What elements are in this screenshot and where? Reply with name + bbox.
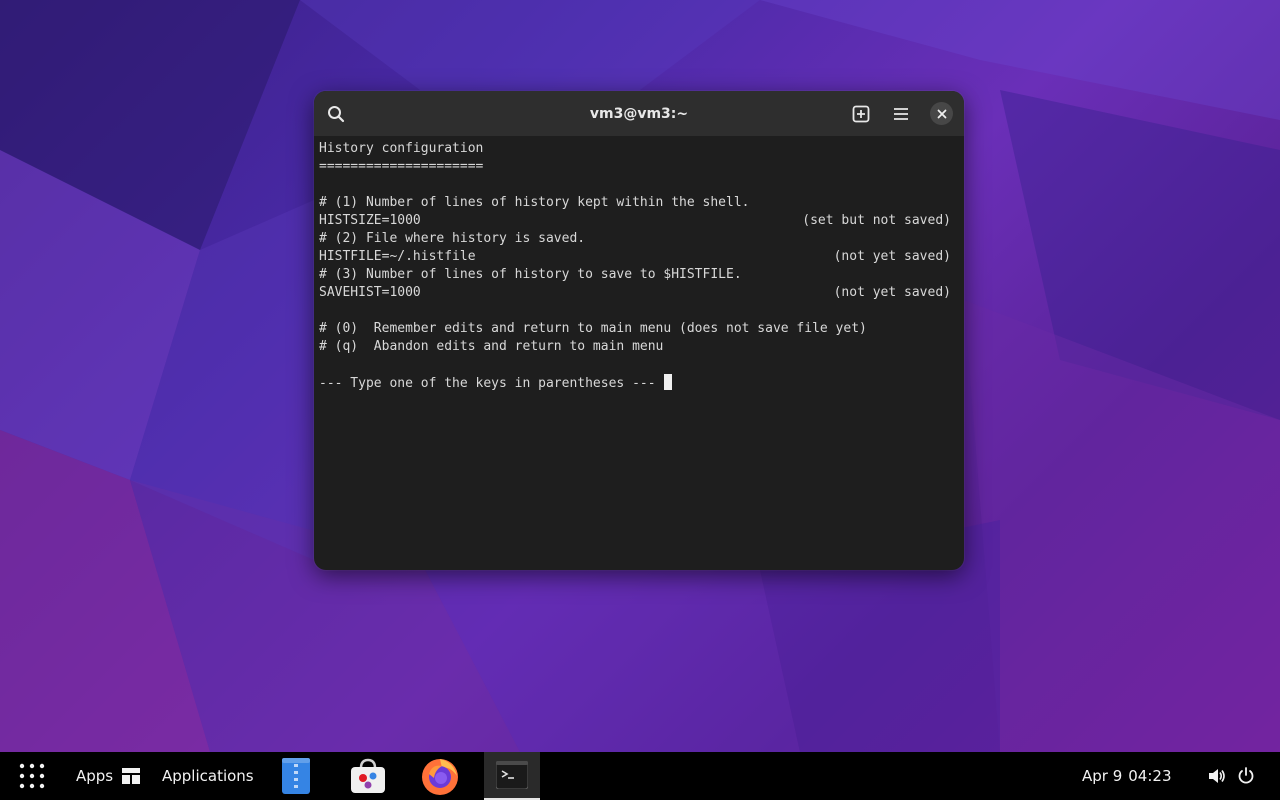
terminal-line: # (0) Remember edits and return to main … [319, 321, 867, 336]
clock[interactable]: Apr 9 04:23 [1082, 752, 1172, 800]
search-icon [328, 106, 345, 123]
terminal-line: # (3) Number of lines of history to save… [319, 267, 742, 282]
applications-menu-button[interactable]: Applications [162, 752, 254, 800]
terminal-prompt: --- Type one of the keys in parentheses … [319, 376, 656, 391]
apps-label: Apps [76, 767, 114, 785]
terminal-icon [496, 761, 528, 789]
terminal-prompt-line: --- Type one of the keys in parentheses … [319, 374, 951, 392]
clock-time: 04:23 [1128, 767, 1172, 785]
terminal-line: SAVEHIST=1000 (not yet saved) [319, 285, 951, 300]
terminal-line: # (2) File where history is saved. [319, 231, 586, 246]
dock-software[interactable] [348, 756, 388, 796]
dock-firefox[interactable] [420, 756, 460, 796]
taskbar: Apps Applications Apr 9 04:23 [0, 752, 1280, 800]
new-tab-button[interactable] [846, 99, 876, 129]
dock-terminal[interactable] [484, 752, 540, 800]
applications-label: Applications [162, 767, 254, 785]
terminal-line: HISTFILE=~/.histfile (not yet saved) [319, 249, 951, 264]
dock-files[interactable] [276, 756, 316, 796]
window-headerbar[interactable]: vm3@vm3:~ [314, 91, 964, 136]
firefox-icon [422, 759, 458, 795]
app-grid-icon [19, 763, 45, 789]
app-grid-button[interactable] [14, 752, 50, 800]
apps-menu-button[interactable]: Apps [76, 752, 141, 800]
new-tab-icon [852, 105, 870, 123]
window-title: vm3@vm3:~ [589, 105, 689, 122]
text-cursor [663, 374, 672, 390]
terminal-window[interactable]: vm3@vm3:~ History configuration ========… [314, 91, 964, 570]
desktop-wallpaper: vm3@vm3:~ History configuration ========… [0, 0, 1280, 752]
workspace-layout-icon [122, 768, 141, 784]
hamburger-menu-icon [894, 108, 908, 120]
terminal-line: ===================== [319, 159, 484, 174]
close-icon [937, 109, 946, 118]
terminal-line: # (1) Number of lines of history kept wi… [319, 195, 750, 210]
terminal-output[interactable]: History configuration ==================… [314, 136, 964, 392]
terminal-line: History configuration [319, 141, 484, 156]
terminal-line: # (q) Abandon edits and return to main m… [319, 339, 664, 354]
volume-icon [1209, 769, 1225, 783]
close-button[interactable] [930, 102, 953, 125]
files-icon [282, 758, 310, 794]
clock-date: Apr 9 [1082, 767, 1123, 785]
software-store-icon [351, 758, 385, 793]
search-button[interactable] [321, 99, 351, 129]
main-menu-button[interactable] [886, 99, 916, 129]
terminal-line: HISTSIZE=1000 (set but not saved) [319, 213, 951, 228]
power-icon [1238, 767, 1254, 784]
volume-button[interactable] [1208, 752, 1226, 800]
power-button[interactable] [1237, 752, 1255, 800]
